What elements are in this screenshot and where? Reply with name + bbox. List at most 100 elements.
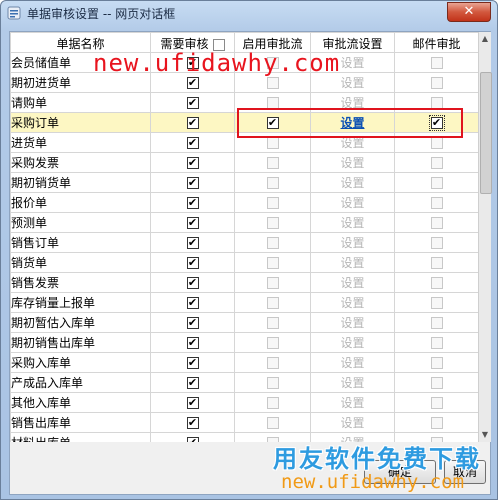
doc-name: 进货单 — [11, 136, 48, 150]
need-audit-checkbox[interactable]: ✔ — [186, 157, 199, 169]
doc-name: 请购单 — [11, 96, 48, 110]
doc-name: 销货单 — [11, 256, 48, 270]
enable-flow-checkbox[interactable] — [266, 157, 279, 169]
doc-name: 其他入库单 — [11, 396, 72, 410]
cell-name: 库存销量上报单 — [10, 292, 151, 313]
table-row[interactable]: 其他入库单 ✔ 设置 — [10, 392, 478, 413]
mail-approval-checkbox[interactable] — [430, 77, 443, 89]
mail-approval-checkbox[interactable] — [430, 57, 443, 69]
mail-approval-checkbox[interactable] — [430, 357, 443, 369]
need-audit-checkbox[interactable]: ✔ — [186, 277, 199, 289]
enable-flow-checkbox[interactable] — [266, 417, 279, 429]
table-row[interactable]: 销售出库单 ✔ 设置 — [10, 412, 478, 433]
need-audit-checkbox[interactable]: ✔ — [186, 397, 199, 409]
cell-flow-setting: 设置 — [310, 172, 395, 193]
mail-approval-checkbox[interactable] — [430, 297, 443, 309]
table-row[interactable]: 销售订单 ✔ 设置 — [10, 232, 478, 253]
scroll-up-icon[interactable]: ▲ — [479, 32, 491, 46]
table-row[interactable]: 采购入库单 ✔ 设置 — [10, 352, 478, 373]
enable-flow-checkbox[interactable] — [266, 277, 279, 289]
need-audit-checkbox[interactable]: ✔ — [186, 117, 199, 129]
enable-flow-checkbox[interactable] — [266, 317, 279, 329]
mail-approval-checkbox[interactable] — [430, 157, 443, 169]
need-audit-checkbox[interactable]: ✔ — [186, 257, 199, 269]
cell-need-audit: ✔ — [150, 272, 235, 293]
table-row[interactable]: 期初暂估入库单 ✔ 设置 — [10, 312, 478, 333]
need-audit-checkbox[interactable]: ✔ — [186, 357, 199, 369]
table-row[interactable]: 销售发票 ✔ 设置 — [10, 272, 478, 293]
watermark-cn: 用友软件免费下载 — [273, 445, 481, 473]
enable-flow-checkbox[interactable] — [266, 217, 279, 229]
cell-enable-flow — [234, 352, 311, 373]
need-audit-checkbox[interactable]: ✔ — [186, 137, 199, 149]
cell-name: 期初暂估入库单 — [10, 312, 151, 333]
enable-flow-checkbox[interactable] — [266, 257, 279, 269]
mail-approval-checkbox[interactable] — [430, 377, 443, 389]
close-button[interactable]: ✕ — [447, 2, 491, 22]
table-row[interactable]: 期初销货单 ✔ 设置 — [10, 172, 478, 193]
mail-approval-checkbox[interactable] — [430, 317, 443, 329]
mail-approval-checkbox[interactable] — [430, 417, 443, 429]
cell-enable-flow — [234, 392, 311, 413]
need-audit-checkbox[interactable]: ✔ — [186, 77, 199, 89]
cell-need-audit: ✔ — [150, 332, 235, 353]
mail-approval-checkbox[interactable] — [430, 277, 443, 289]
mail-approval-checkbox[interactable] — [430, 397, 443, 409]
enable-flow-checkbox[interactable] — [266, 377, 279, 389]
cell-name: 采购入库单 — [10, 352, 151, 373]
need-audit-checkbox[interactable]: ✔ — [186, 337, 199, 349]
flow-setting-link: 设置 — [340, 396, 365, 410]
doc-name: 销售订单 — [11, 236, 60, 250]
flow-setting-link: 设置 — [340, 316, 365, 330]
mail-approval-checkbox[interactable] — [430, 237, 443, 249]
enable-flow-checkbox[interactable] — [266, 397, 279, 409]
need-audit-checkbox[interactable]: ✔ — [186, 237, 199, 249]
need-audit-checkbox[interactable]: ✔ — [186, 317, 199, 329]
mail-approval-checkbox[interactable] — [430, 177, 443, 189]
table-row[interactable]: 期初销售出库单 ✔ 设置 — [10, 332, 478, 353]
table-row[interactable]: 采购发票 ✔ 设置 — [10, 152, 478, 173]
table-row[interactable]: 报价单 ✔ 设置 — [10, 192, 478, 213]
cell-enable-flow — [234, 232, 311, 253]
need-audit-checkbox[interactable]: ✔ — [186, 297, 199, 309]
cell-name: 报价单 — [10, 192, 151, 213]
doc-name: 期初销售出库单 — [11, 336, 96, 350]
flow-setting-link: 设置 — [340, 336, 365, 350]
vertical-scrollbar[interactable]: ▲ ▼ — [478, 32, 492, 442]
need-audit-checkbox[interactable]: ✔ — [186, 177, 199, 189]
cell-enable-flow — [234, 272, 311, 293]
doc-name: 期初销货单 — [11, 176, 72, 190]
table-row[interactable]: 产成品入库单 ✔ 设置 — [10, 372, 478, 393]
cell-mail-approval — [394, 172, 478, 193]
cell-mail-approval — [394, 412, 478, 433]
enable-flow-checkbox[interactable] — [266, 137, 279, 149]
mail-approval-checkbox[interactable] — [430, 337, 443, 349]
watermark-url-bottom: new.ufidawhy.com — [281, 471, 465, 493]
cell-need-audit: ✔ — [150, 252, 235, 273]
enable-flow-checkbox[interactable] — [266, 297, 279, 309]
enable-flow-checkbox[interactable] — [266, 337, 279, 349]
enable-flow-checkbox[interactable] — [266, 177, 279, 189]
scrollbar-thumb[interactable] — [480, 72, 492, 194]
need-audit-checkbox[interactable]: ✔ — [186, 417, 199, 429]
need-audit-checkbox[interactable]: ✔ — [186, 97, 199, 109]
need-audit-checkbox[interactable]: ✔ — [186, 217, 199, 229]
enable-flow-checkbox[interactable] — [266, 77, 279, 89]
enable-flow-checkbox[interactable] — [266, 237, 279, 249]
mail-approval-checkbox[interactable] — [430, 257, 443, 269]
mail-approval-checkbox[interactable] — [430, 197, 443, 209]
cell-mail-approval — [394, 312, 478, 333]
cell-name: 销售订单 — [10, 232, 151, 253]
cell-flow-setting: 设置 — [310, 292, 395, 313]
highlight-box — [237, 108, 463, 138]
need-audit-checkbox[interactable]: ✔ — [186, 197, 199, 209]
mail-approval-checkbox[interactable] — [430, 217, 443, 229]
enable-flow-checkbox[interactable] — [266, 197, 279, 209]
mail-approval-checkbox[interactable] — [430, 137, 443, 149]
need-audit-checkbox[interactable]: ✔ — [186, 377, 199, 389]
enable-flow-checkbox[interactable] — [266, 357, 279, 369]
title-bar[interactable]: 单据审核设置 -- 网页对话框 ✕ — [1, 1, 497, 25]
table-row[interactable]: 预测单 ✔ 设置 — [10, 212, 478, 233]
table-row[interactable]: 库存销量上报单 ✔ 设置 — [10, 292, 478, 313]
table-row[interactable]: 销货单 ✔ 设置 — [10, 252, 478, 273]
